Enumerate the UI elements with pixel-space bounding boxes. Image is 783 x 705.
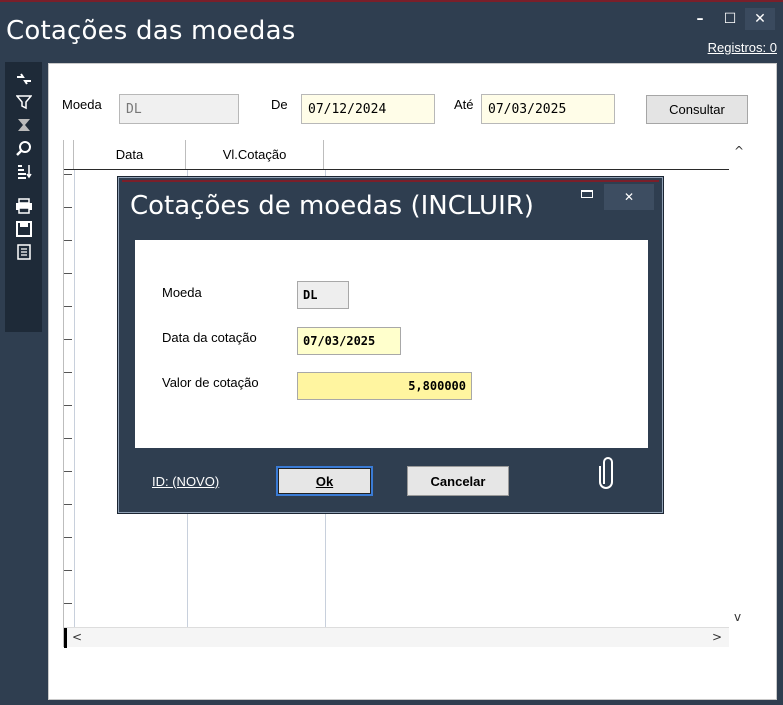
row-tick — [64, 570, 72, 571]
sort-icon[interactable] — [12, 160, 36, 182]
grid-divider — [74, 170, 75, 645]
row-tick — [64, 306, 72, 307]
window-controls: – ☐ ✕ — [685, 8, 775, 30]
dialog-maximize-icon[interactable] — [581, 190, 593, 198]
incluir-dialog: Cotações de moedas (INCLUIR) ✕ Moeda DL … — [118, 177, 663, 513]
row-tick — [64, 207, 72, 208]
maximize-button[interactable]: ☐ — [715, 8, 745, 30]
horizontal-scrollbar[interactable]: < > — [64, 627, 729, 648]
clear-filter-icon[interactable] — [12, 114, 36, 136]
column-header-data[interactable]: Data — [74, 140, 186, 169]
scroll-down-arrow[interactable]: v — [734, 610, 741, 624]
row-tick — [64, 273, 72, 274]
records-link[interactable]: Registros: 0 — [708, 40, 777, 55]
row-tick — [64, 504, 72, 505]
vertical-scrollbar[interactable]: ^ v — [729, 140, 749, 628]
save-icon[interactable] — [12, 218, 36, 240]
dialog-moeda-label: Moeda — [162, 285, 202, 300]
row-tick — [64, 405, 72, 406]
dialog-valor-label: Valor de cotação — [162, 375, 259, 390]
print-icon[interactable] — [12, 195, 36, 217]
scroll-position-marker — [64, 628, 67, 648]
row-tick — [64, 174, 72, 175]
dialog-data-label: Data da cotação — [162, 330, 257, 345]
row-tick — [64, 339, 72, 340]
column-header-valor[interactable]: Vl.Cotação — [186, 140, 324, 169]
dialog-accent-line — [122, 180, 659, 182]
ok-button[interactable]: Ok — [276, 466, 373, 496]
ate-date-field[interactable]: 07/03/2025 — [481, 94, 615, 124]
de-label: De — [271, 97, 288, 112]
moeda-field[interactable]: DL — [119, 94, 239, 124]
row-header-corner — [64, 140, 74, 169]
attachment-icon[interactable] — [597, 454, 619, 494]
row-tick — [64, 438, 72, 439]
row-tick — [64, 603, 72, 604]
dialog-data-field[interactable]: 07/03/2025 — [297, 327, 401, 355]
ate-label: Até — [454, 97, 474, 112]
ok-button-label: Ok — [315, 473, 334, 489]
report-icon[interactable] — [12, 241, 36, 263]
scroll-up-arrow[interactable]: ^ — [734, 144, 744, 158]
row-tick — [64, 471, 72, 472]
de-date-field[interactable]: 07/12/2024 — [301, 94, 435, 124]
side-toolbar — [5, 62, 42, 332]
zoom-icon[interactable] — [12, 137, 36, 159]
refresh-icon[interactable] — [12, 68, 36, 90]
row-tick — [64, 372, 72, 373]
scroll-left-arrow[interactable]: < — [72, 630, 82, 644]
moeda-label: Moeda — [62, 97, 102, 112]
dialog-moeda-field[interactable]: DL — [297, 281, 349, 309]
dialog-close-button[interactable]: ✕ — [604, 184, 654, 210]
minimize-button[interactable]: – — [685, 8, 715, 30]
row-tick — [64, 537, 72, 538]
dialog-id-link[interactable]: ID: (NOVO) — [152, 474, 219, 489]
filter-icon[interactable] — [12, 91, 36, 113]
consultar-button[interactable]: Consultar — [646, 95, 748, 124]
scroll-right-arrow[interactable]: > — [712, 630, 722, 644]
grid-header: Data Vl.Cotação — [64, 140, 729, 170]
close-button[interactable]: ✕ — [745, 8, 775, 30]
cancel-button[interactable]: Cancelar — [407, 466, 509, 496]
dialog-valor-field[interactable]: 5,800000 — [297, 372, 472, 400]
dialog-form: Moeda DL Data da cotação 07/03/2025 Valo… — [135, 240, 648, 448]
dialog-title: Cotações de moedas (INCLUIR) — [130, 191, 534, 221]
row-tick — [64, 240, 72, 241]
window-title: Cotações das moedas — [6, 16, 296, 46]
main-window: Cotações das moedas – ☐ ✕ Registros: 0 M… — [0, 0, 783, 705]
